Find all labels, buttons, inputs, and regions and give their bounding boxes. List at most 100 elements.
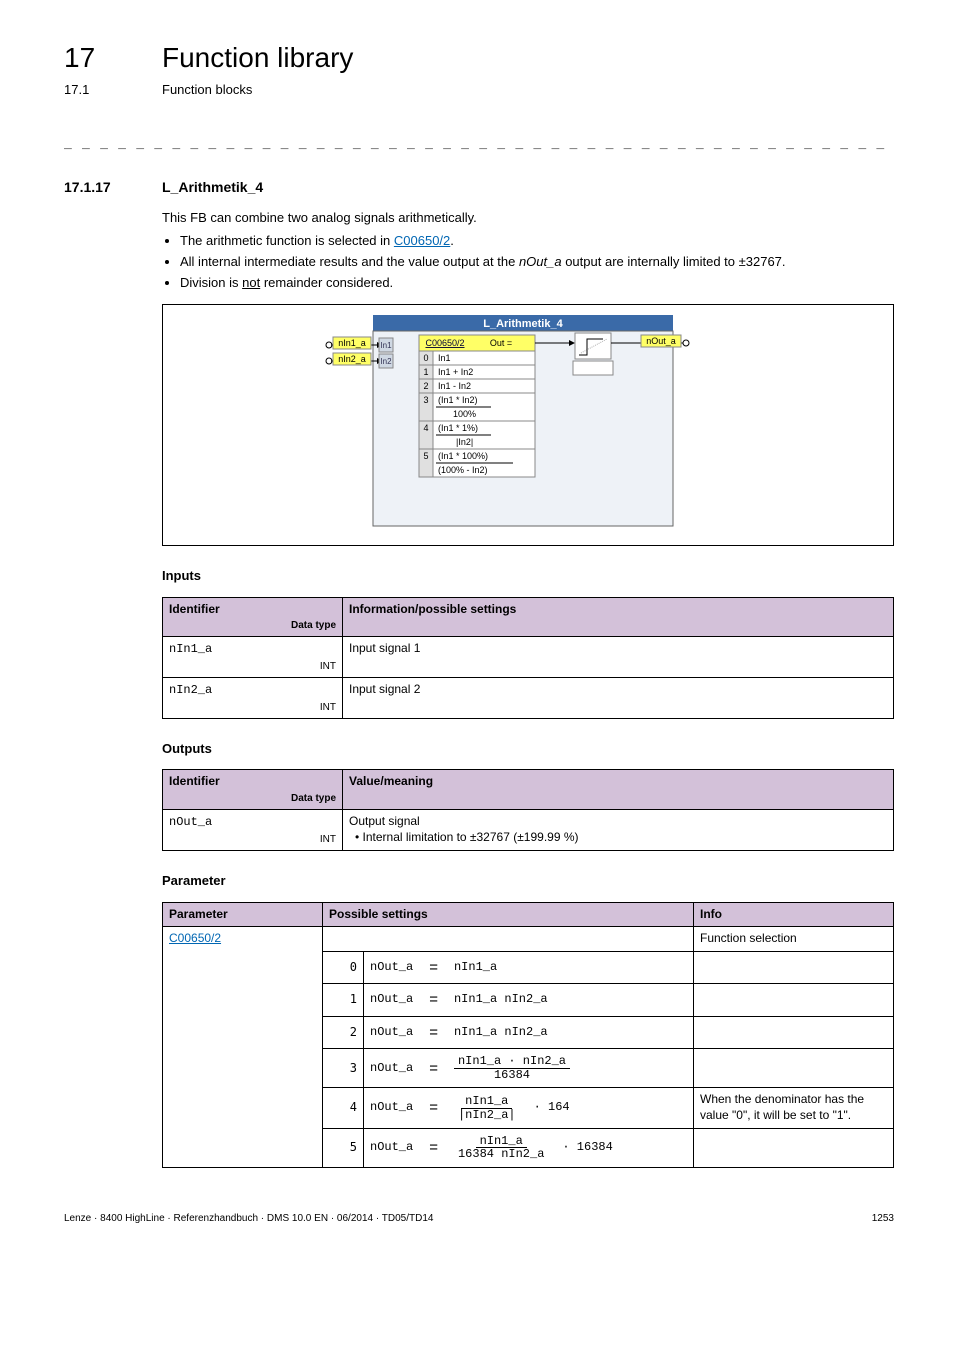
table-row: nIn2_a INT Input signal 2 bbox=[163, 678, 894, 719]
param-info bbox=[694, 1049, 894, 1088]
bullet-3: Division is not remainder considered. bbox=[180, 275, 894, 292]
param-info: When the denominator has the value "0", … bbox=[694, 1088, 894, 1128]
outputs-table: Identifier Data type Value/meaning nOut_… bbox=[162, 769, 894, 850]
bullet-3-pre: Division is bbox=[180, 275, 242, 290]
input-info: Input signal 1 bbox=[343, 637, 894, 678]
section-number: 17.1.17 bbox=[64, 178, 162, 196]
outputs-heading: Outputs bbox=[162, 741, 894, 758]
param-rhs: nIn1_a nIn2_a bbox=[454, 992, 548, 1008]
bullet-2-ital: nOut_a bbox=[519, 254, 562, 269]
param-link[interactable]: C00650/2 bbox=[169, 931, 221, 945]
param-mult: · 16384 bbox=[562, 1140, 612, 1156]
diagram-out-eq: Out = bbox=[490, 338, 512, 348]
svg-text:1: 1 bbox=[423, 367, 428, 377]
bullet-1-post: . bbox=[450, 233, 454, 248]
svg-text:In1 + In2: In1 + In2 bbox=[438, 367, 473, 377]
param-col3: Info bbox=[694, 902, 894, 927]
param-heading: Parameter bbox=[162, 873, 894, 890]
svg-text:2: 2 bbox=[423, 381, 428, 391]
inputs-col1: Identifier bbox=[169, 602, 220, 616]
param-lhs: nOut_a bbox=[370, 1140, 413, 1156]
separator-rule: _ _ _ _ _ _ _ _ _ _ _ _ _ _ _ _ _ _ _ _ … bbox=[64, 135, 894, 152]
bullet-1-pre: The arithmetic function is selected in bbox=[180, 233, 394, 248]
subchapter-title: Function blocks bbox=[162, 82, 252, 99]
input-id: nIn2_a bbox=[169, 683, 212, 697]
param-frac-den: |nIn2_a| bbox=[454, 1109, 520, 1122]
diagram-in2: In2 bbox=[380, 357, 392, 366]
equals-icon: = bbox=[427, 1023, 440, 1043]
svg-text:(In1 * 100%): (In1 * 100%) bbox=[438, 451, 488, 461]
bullet-2-post: output are internally limited to ±32767. bbox=[562, 254, 786, 269]
svg-text:5: 5 bbox=[423, 451, 428, 461]
param-idx: 4 bbox=[323, 1088, 364, 1128]
output-line2: • Internal limitation to ±32767 (±199.99… bbox=[349, 830, 887, 846]
param-frac-num: nIn1_a bbox=[461, 1095, 512, 1109]
svg-text:In1: In1 bbox=[438, 353, 451, 363]
param-info-top: Function selection bbox=[694, 927, 894, 952]
output-dtype: INT bbox=[169, 833, 336, 846]
outputs-col1: Identifier bbox=[169, 774, 220, 788]
param-rhs: nIn1_a nIn2_a bbox=[454, 1025, 548, 1041]
input-info: Input signal 2 bbox=[343, 678, 894, 719]
param-rhs: nIn1_a bbox=[454, 960, 497, 976]
diagram-title: L_Arithmetik_4 bbox=[483, 318, 563, 330]
svg-text:|In2|: |In2| bbox=[456, 437, 473, 447]
table-row: nOut_a INT Output signal • Internal limi… bbox=[163, 810, 894, 851]
equals-icon: = bbox=[427, 958, 440, 978]
chapter-title: Function library bbox=[162, 40, 353, 76]
param-col1: Parameter bbox=[163, 902, 323, 927]
inputs-heading: Inputs bbox=[162, 568, 894, 585]
equals-icon: = bbox=[427, 1059, 440, 1079]
svg-text:In1 - In2: In1 - In2 bbox=[438, 381, 471, 391]
chapter-number: 17 bbox=[64, 40, 162, 76]
inputs-table: Identifier Data type Information/possibl… bbox=[162, 597, 894, 719]
diagram-nout: nOut_a bbox=[646, 336, 676, 346]
param-idx: 3 bbox=[323, 1049, 364, 1088]
section-intro: This FB can combine two analog signals a… bbox=[162, 210, 894, 227]
equals-icon: = bbox=[427, 990, 440, 1010]
param-frac-num: nIn1_a bbox=[476, 1135, 527, 1149]
param-info bbox=[694, 951, 894, 984]
equals-icon: = bbox=[427, 1098, 440, 1118]
footer-page: 1253 bbox=[872, 1212, 894, 1225]
param-mult: · 164 bbox=[534, 1100, 570, 1116]
subchapter-number: 17.1 bbox=[64, 82, 162, 99]
footer-left: Lenze · 8400 HighLine · Referenzhandbuch… bbox=[64, 1212, 433, 1225]
inputs-col1-sub: Data type bbox=[169, 619, 336, 632]
param-info bbox=[694, 1128, 894, 1167]
bullet-3-post: remainder considered. bbox=[260, 275, 393, 290]
svg-text:(In1 * 1%): (In1 * 1%) bbox=[438, 423, 478, 433]
param-col2: Possible settings bbox=[323, 902, 694, 927]
param-idx: 5 bbox=[323, 1128, 364, 1167]
svg-text:(100% - In2): (100% - In2) bbox=[438, 465, 488, 475]
bullet-2: All internal intermediate results and th… bbox=[180, 254, 894, 271]
param-info bbox=[694, 984, 894, 1017]
svg-text:(In1 * In2): (In1 * In2) bbox=[438, 395, 478, 405]
param-lhs: nOut_a bbox=[370, 1061, 413, 1077]
svg-text:100%: 100% bbox=[453, 409, 476, 419]
param-lhs: nOut_a bbox=[370, 960, 413, 976]
param-frac-den: 16384 bbox=[490, 1069, 534, 1082]
svg-text:4: 4 bbox=[423, 423, 428, 433]
output-line1: Output signal bbox=[349, 814, 887, 830]
diagram-nin1: nIn1_a bbox=[338, 338, 366, 348]
bullet-2-pre: All internal intermediate results and th… bbox=[180, 254, 519, 269]
diagram-nin2: nIn2_a bbox=[338, 354, 366, 364]
table-row: nIn1_a INT Input signal 1 bbox=[163, 637, 894, 678]
inputs-col2: Information/possible settings bbox=[343, 597, 894, 637]
param-lhs: nOut_a bbox=[370, 992, 413, 1008]
bullet-1-link[interactable]: C00650/2 bbox=[394, 233, 450, 248]
output-id: nOut_a bbox=[169, 815, 212, 829]
section-title: L_Arithmetik_4 bbox=[162, 178, 263, 196]
block-diagram: L_Arithmetik_4 nIn1_a In1 nIn2_a In2 C00… bbox=[162, 304, 894, 546]
param-frac-num: nIn1_a · nIn2_a bbox=[454, 1055, 570, 1069]
diagram-param-link: C00650/2 bbox=[425, 338, 464, 348]
svg-text:3: 3 bbox=[423, 395, 428, 405]
param-table: Parameter Possible settings Info C00650/… bbox=[162, 902, 894, 1168]
input-id: nIn1_a bbox=[169, 642, 212, 656]
input-dtype: INT bbox=[169, 701, 336, 714]
table-row: C00650/2 Function selection bbox=[163, 927, 894, 952]
param-info bbox=[694, 1016, 894, 1049]
param-idx: 0 bbox=[323, 951, 364, 984]
param-frac-den: 16384 nIn2_a bbox=[454, 1148, 548, 1161]
